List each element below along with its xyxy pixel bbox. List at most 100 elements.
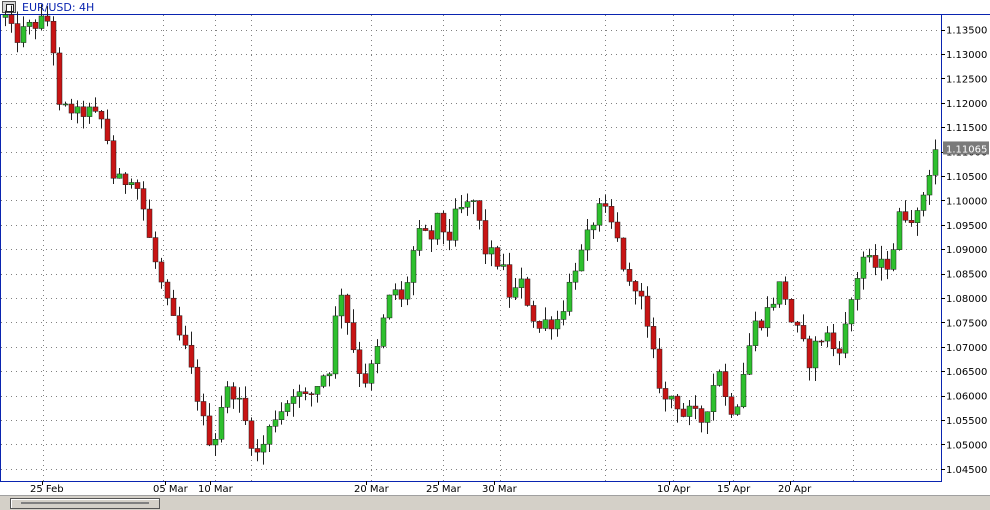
- candle-bearish: [356, 349, 363, 374]
- candlestick-chart[interactable]: 1.04500 1.05000 1.05500 1.06000 1.06500 1.070…: [0, 0, 990, 495]
- x-axis-tick-label: 05 Mar: [153, 484, 189, 495]
- y-axis-tick-label: 1.06500: [946, 367, 987, 378]
- candle-bearish: [674, 395, 681, 410]
- y-axis-tick-label: 1.09000: [946, 245, 987, 256]
- candle-bearish: [182, 334, 189, 346]
- candle-bearish: [134, 182, 141, 189]
- candle-bearish: [698, 408, 705, 423]
- x-axis-tick-label: 25 Mar: [426, 484, 462, 495]
- candle-bearish: [692, 405, 699, 409]
- candle-bearish: [422, 228, 429, 231]
- candle-bullish: [512, 287, 519, 298]
- candle-bearish: [242, 397, 249, 422]
- candle-bearish: [632, 281, 639, 292]
- x-axis-tick-label: 30 Mar: [482, 484, 518, 495]
- y-axis-tick-label: 1.05000: [946, 440, 987, 451]
- candle-bullish: [266, 426, 273, 445]
- candle-bullish: [410, 250, 417, 283]
- y-axis-tick-label: 1.05500: [946, 416, 987, 427]
- candle-bearish: [722, 371, 729, 397]
- candle-bearish: [818, 340, 825, 343]
- scrollbar-thumb[interactable]: [10, 498, 160, 509]
- candle-bullish: [560, 311, 567, 320]
- candle-bullish: [416, 228, 423, 251]
- candle-bearish: [14, 23, 21, 43]
- candle-bearish: [350, 322, 357, 351]
- y-axis-tick-label: 1.13000: [946, 50, 987, 61]
- candle-bullish: [380, 317, 387, 347]
- candle-bearish: [620, 237, 627, 270]
- candle-bullish: [740, 374, 747, 408]
- candle-bullish: [584, 229, 591, 251]
- candle-bearish: [194, 366, 201, 402]
- candle-bearish: [476, 200, 483, 221]
- candle-bullish: [314, 386, 321, 395]
- candle-bearish: [656, 348, 663, 389]
- x-axis-tick-label: 10 Mar: [198, 484, 234, 495]
- candle-bullish: [860, 256, 867, 279]
- candle-bullish: [866, 255, 873, 258]
- candle-bearish: [140, 188, 147, 210]
- x-axis-tick-label: 10 Apr: [657, 484, 691, 495]
- candle-bearish: [728, 396, 735, 415]
- candle-bearish: [254, 448, 261, 453]
- candle-bullish: [542, 319, 549, 329]
- candle-bullish: [464, 201, 471, 208]
- candle-bearish: [758, 320, 765, 329]
- candle-bearish: [836, 348, 843, 354]
- candle-bearish: [872, 255, 879, 268]
- candle-bullish: [296, 391, 303, 397]
- x-axis-tick-label: 25 Feb: [30, 484, 64, 495]
- candle-bearish: [248, 420, 255, 449]
- y-axis-tick-label: 1.07500: [946, 318, 987, 329]
- candle-bullish: [260, 443, 267, 453]
- candle-bullish: [812, 340, 819, 369]
- candle-bearish: [230, 386, 237, 400]
- candle-bullish: [404, 282, 411, 300]
- candle-bearish: [548, 319, 555, 330]
- candle-bullish: [278, 411, 285, 420]
- candle-bullish: [518, 278, 525, 288]
- y-axis-tick-label: 1.10000: [946, 196, 987, 207]
- candle-bearish: [482, 220, 489, 255]
- candle-bearish: [524, 278, 531, 306]
- y-axis-tick-label: 1.10500: [946, 172, 987, 183]
- candle-bullish: [776, 281, 783, 305]
- candle-bullish: [890, 249, 897, 270]
- candle-bullish: [20, 26, 27, 43]
- candle-bearish: [362, 373, 369, 384]
- x-axis-tick-label: 20 Mar: [354, 484, 390, 495]
- candle-bearish: [794, 321, 801, 326]
- candle-bullish: [746, 345, 753, 375]
- candle-bearish: [146, 208, 153, 238]
- y-axis-tick-label: 1.12000: [946, 99, 987, 110]
- candle-bearish: [650, 326, 657, 350]
- horizontal-scrollbar[interactable]: [0, 495, 990, 510]
- candle-bearish: [200, 401, 207, 417]
- candle-bullish: [686, 405, 693, 417]
- candle-bullish: [704, 411, 711, 423]
- candle-bearish: [68, 103, 75, 114]
- candle-bullish: [764, 307, 771, 329]
- candle-bullish: [848, 299, 855, 325]
- candle-bullish: [596, 203, 603, 226]
- candle-bearish: [530, 305, 537, 322]
- candle-bearish: [188, 344, 195, 368]
- candle-bearish: [536, 321, 543, 329]
- candle-bearish: [398, 289, 405, 300]
- candle-bullish: [392, 289, 399, 296]
- candle-bullish: [128, 182, 135, 186]
- candle-bullish: [554, 319, 561, 330]
- y-axis-tick-label: 1.13500: [946, 26, 987, 37]
- candle-bullish: [458, 207, 465, 210]
- candle-bearish: [80, 106, 87, 117]
- candle-bullish: [878, 258, 885, 268]
- candle-bearish: [680, 408, 687, 417]
- candle-bullish: [212, 439, 219, 446]
- last-price-label: 1.11065: [946, 144, 987, 155]
- candle-bearish: [344, 294, 351, 323]
- candle-bearish: [902, 211, 909, 221]
- candle-bullish: [86, 106, 93, 117]
- candle-bullish: [320, 375, 327, 387]
- x-axis-tick-label: 20 Apr: [778, 484, 812, 495]
